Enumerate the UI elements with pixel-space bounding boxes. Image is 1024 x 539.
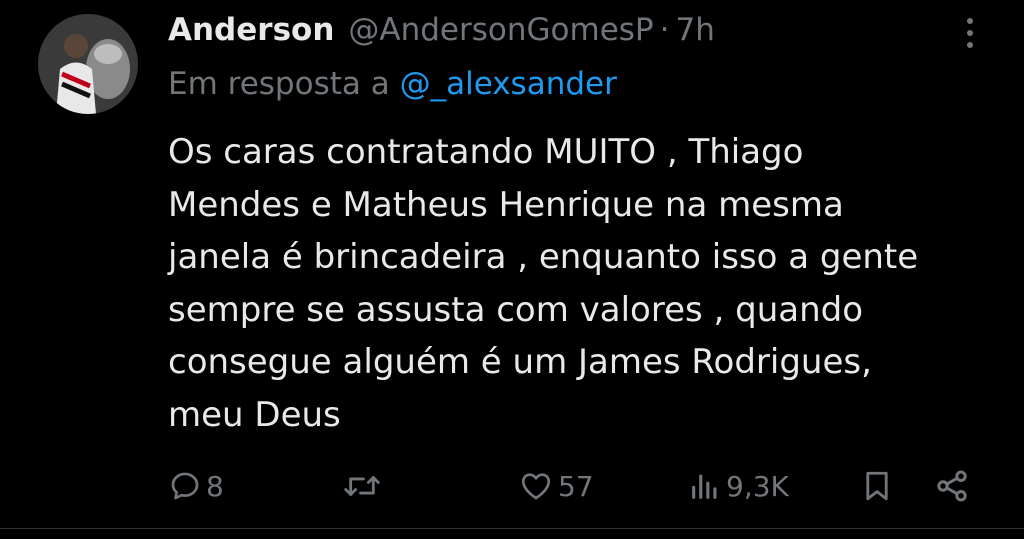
action-bar: 8 57 9,3K: [0, 462, 1024, 512]
views-button[interactable]: 9,3K: [688, 462, 789, 510]
reply-mention-link[interactable]: @_alexsander: [400, 66, 617, 102]
share-icon: [937, 470, 967, 502]
tweet-text-line: janela é brincadeira , enquanto isso a g…: [168, 237, 919, 277]
reply-context: Em resposta a @_alexsander: [168, 66, 617, 102]
reply-prefix: Em resposta a: [168, 66, 400, 102]
tweet-text-line: consegue alguém é um James Rodrigues,: [168, 342, 872, 382]
author-handle[interactable]: @AndersonGomesP: [348, 12, 653, 48]
views-icon: [692, 474, 717, 499]
tweet-header: Anderson @AndersonGomesP · 7h: [168, 12, 715, 54]
bottom-divider: [0, 528, 1024, 529]
bookmark-button[interactable]: [860, 462, 894, 510]
views-count: 9,3K: [726, 469, 789, 503]
tweet-text: Os caras contratando MUITO , Thiago Mend…: [168, 126, 988, 441]
kebab-menu-icon[interactable]: [958, 14, 982, 54]
tweet-text-line: Mendes e Matheus Henrique na mesma: [168, 184, 844, 225]
avatar[interactable]: [38, 14, 138, 114]
retweet-icon: [344, 476, 380, 496]
tweet-text-line: sempre se assusta com valores , quando: [168, 289, 864, 330]
separator-dot: ·: [659, 12, 670, 48]
tweet-text-line: meu Deus: [168, 394, 341, 435]
like-count: 57: [558, 469, 594, 503]
author-name[interactable]: Anderson: [168, 12, 334, 48]
like-icon: [521, 473, 551, 500]
share-button[interactable]: [934, 462, 970, 510]
reply-icon: [171, 472, 199, 500]
tweet-text-line: Os caras contratando MUITO , Thiago: [168, 132, 804, 172]
reply-count: 8: [206, 469, 224, 503]
like-button[interactable]: 57: [518, 462, 594, 510]
retweet-button[interactable]: [342, 462, 386, 510]
avatar-image: [38, 14, 138, 114]
reply-button[interactable]: 8: [168, 462, 224, 510]
tweet-time[interactable]: 7h: [675, 12, 714, 48]
bookmark-icon: [866, 471, 888, 501]
tweet: Anderson @AndersonGomesP · 7h Em respost…: [0, 0, 1024, 539]
